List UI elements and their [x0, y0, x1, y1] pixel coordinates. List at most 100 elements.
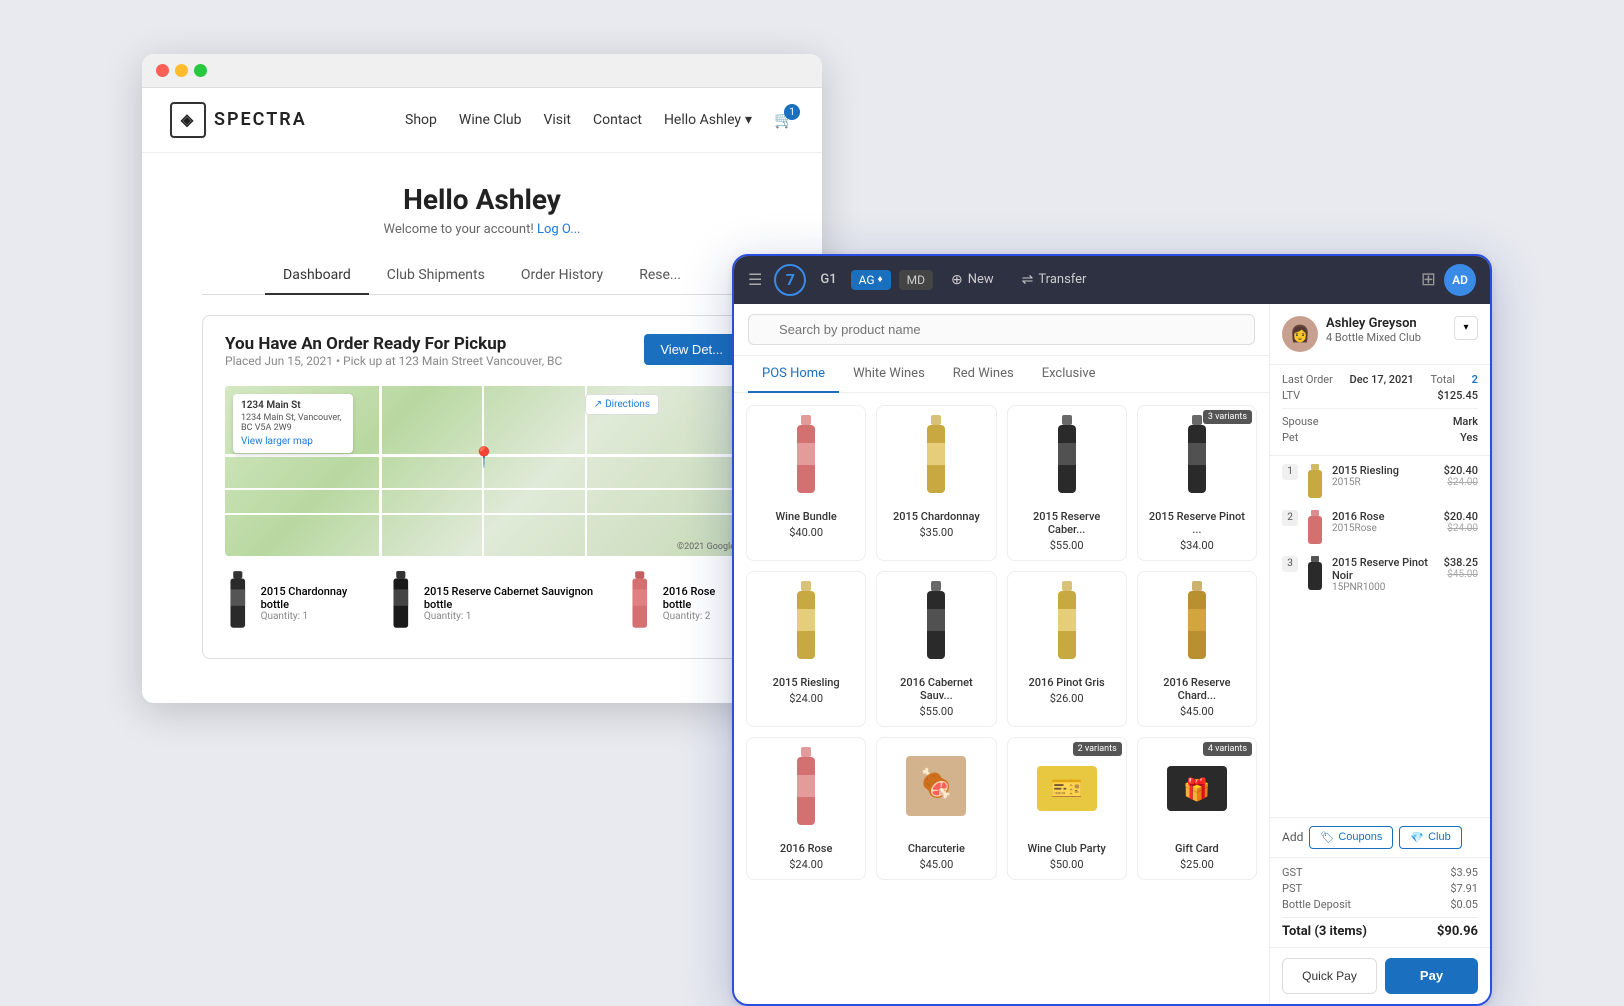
grid-icon[interactable]: ⊞ — [1421, 269, 1436, 290]
tag-md[interactable]: MD — [899, 270, 933, 290]
product-price-11: $25.00 — [1146, 858, 1248, 871]
product-card-0[interactable]: Wine Bundle $40.00 — [746, 405, 866, 561]
nav-greeting[interactable]: Hello Ashley ▾ — [664, 112, 752, 128]
total-label: Total — [1430, 373, 1455, 386]
tag-g1[interactable]: G1 — [814, 270, 842, 289]
pos-body: POS Home White Wines Red Wines Exclusive… — [734, 304, 1490, 1004]
cart-customer-meta: Last Order Dec 17, 2021 Total 2 LTV $125… — [1270, 365, 1490, 456]
bottle-img-3 — [627, 568, 653, 640]
order-product-1: 2015 Chardonnay bottle Quantity: 1 — [225, 568, 368, 640]
product-card-7[interactable]: 2016 Reserve Chard... $45.00 — [1137, 571, 1257, 727]
pet-label: Pet — [1282, 431, 1298, 444]
cart-pay-buttons: Quick Pay Pay — [1270, 947, 1490, 1004]
total-items-label: Total (3 items) — [1282, 924, 1367, 939]
total-items-val: $90.96 — [1437, 924, 1478, 939]
transfer-icon: ⇌ — [1022, 272, 1034, 288]
svg-text:🎫: 🎫 — [1050, 774, 1082, 804]
cart-item-price-2: $38.25 — [1444, 556, 1478, 569]
welcome-subtitle: Welcome to your account! Log O... — [202, 222, 762, 237]
product-card-2[interactable]: 2015 Reserve Caber... $55.00 — [1007, 405, 1127, 561]
bottle-img-1 — [225, 568, 251, 640]
last-order-label: Last Order — [1282, 373, 1333, 386]
cart-badge: 1 — [784, 104, 800, 120]
nav-visit[interactable]: Visit — [543, 112, 571, 128]
pet-row: Pet Yes — [1282, 431, 1478, 444]
cart-item-prices-1: $20.40 $24.00 — [1444, 510, 1478, 534]
view-details-button[interactable]: View Det... — [644, 334, 739, 365]
gst-val: $3.95 — [1450, 866, 1478, 879]
product-1-name: 2015 Chardonnay bottle — [261, 585, 369, 611]
product-img-8 — [755, 746, 857, 836]
product-name-1: 2015 Chardonnay — [885, 510, 987, 523]
pos-products-area: POS Home White Wines Red Wines Exclusive… — [734, 304, 1270, 1004]
map-placeholder: 📍 1234 Main St 1234 Main St, Vancouver, … — [225, 386, 739, 556]
cart-item-name-1: 2016 Rose — [1332, 510, 1438, 523]
search-input[interactable] — [748, 314, 1255, 345]
maximize-dot[interactable] — [194, 64, 207, 77]
product-card-5[interactable]: 2016 Cabernet Sauv... $55.00 — [876, 571, 996, 727]
total-val: 2 — [1472, 373, 1478, 386]
gst-row: GST $3.95 — [1282, 866, 1478, 879]
tab-pos-home[interactable]: POS Home — [748, 356, 839, 393]
product-card-1[interactable]: 2015 Chardonnay $35.00 — [876, 405, 996, 561]
tab-white-wines[interactable]: White Wines — [839, 356, 939, 393]
product-card-10[interactable]: 2 variants 🎫 Wine Club Party $50.00 — [1007, 737, 1127, 880]
tab-order-history[interactable]: Order History — [503, 257, 621, 295]
map-copyright: ©2021 Google — [677, 542, 735, 552]
pay-button[interactable]: Pay — [1385, 958, 1478, 994]
directions-button[interactable]: ↗ Directions — [585, 394, 659, 415]
product-name-0: Wine Bundle — [755, 510, 857, 523]
menu-icon[interactable]: ☰ — [748, 270, 762, 289]
bottle-deposit-val: $0.05 — [1450, 898, 1478, 911]
customer-expand-button[interactable]: ▾ — [1454, 316, 1478, 340]
pickup-header: You Have An Order Ready For Pickup Place… — [225, 334, 739, 378]
cart-item-info-0: 2015 Riesling 2015R — [1332, 464, 1438, 488]
club-button[interactable]: 💎 Club — [1399, 826, 1461, 849]
diamond-icon: ♦ — [878, 274, 883, 285]
pst-row: PST $7.91 — [1282, 882, 1478, 895]
nav-contact[interactable]: Contact — [593, 112, 642, 128]
tab-club-shipments[interactable]: Club Shipments — [369, 257, 503, 295]
close-dot[interactable] — [156, 64, 169, 77]
tab-red-wines[interactable]: Red Wines — [939, 356, 1028, 393]
nav-links: Shop Wine Club Visit Contact Hello Ashle… — [405, 110, 794, 129]
nav-shop[interactable]: Shop — [405, 112, 437, 128]
product-card-6[interactable]: 2016 Pinot Gris $26.00 — [1007, 571, 1127, 727]
product-price-2: $55.00 — [1016, 539, 1118, 552]
new-button[interactable]: ⊕ New — [941, 268, 1004, 292]
cart-item-1[interactable]: 2 2016 Rose 2015Rose $20.40 $24.00 — [1282, 510, 1478, 546]
cart-add-row: Add 🏷 Coupons 💎 Club — [1270, 817, 1490, 857]
product-price-0: $40.00 — [755, 526, 857, 539]
tab-reservations[interactable]: Rese... — [621, 257, 699, 295]
quick-pay-button[interactable]: Quick Pay — [1282, 958, 1377, 994]
product-card-8[interactable]: 2016 Rose $24.00 — [746, 737, 866, 880]
product-card-4[interactable]: 2015 Riesling $24.00 — [746, 571, 866, 727]
coupons-button[interactable]: 🏷 Coupons — [1309, 826, 1393, 849]
tag-ag[interactable]: AG ♦ — [851, 270, 891, 290]
pickup-card: You Have An Order Ready For Pickup Place… — [202, 315, 762, 659]
map-view-larger[interactable]: View larger map — [241, 436, 345, 447]
cart-icon[interactable]: 🛒 1 — [774, 110, 794, 129]
gst-label: GST — [1282, 866, 1303, 879]
store-number[interactable]: 7 — [774, 264, 806, 296]
user-avatar[interactable]: AD — [1444, 264, 1476, 296]
cart-item-0[interactable]: 1 2015 Riesling 2015R $20.40 $24.00 — [1282, 464, 1478, 500]
cart-item-bottle-1 — [1304, 510, 1326, 546]
tab-exclusive[interactable]: Exclusive — [1028, 356, 1110, 393]
product-name-7: 2016 Reserve Chard... — [1146, 676, 1248, 702]
tab-dashboard[interactable]: Dashboard — [265, 257, 369, 295]
product-card-3[interactable]: 3 variants 2015 Reserve Pinot ... $34.00 — [1137, 405, 1257, 561]
product-card-9[interactable]: 🍖 Charcuterie $45.00 — [876, 737, 996, 880]
nav-wine-club[interactable]: Wine Club — [459, 112, 522, 128]
cart-item-prices-2: $38.25 $45.00 — [1444, 556, 1478, 580]
minimize-dot[interactable] — [175, 64, 188, 77]
spectra-logo: ◈ SPECTRA — [170, 102, 307, 138]
transfer-button[interactable]: ⇌ Transfer — [1012, 268, 1097, 292]
products-grid: Wine Bundle $40.00 2015 Chardonnay $35.0… — [734, 393, 1269, 892]
product-card-11[interactable]: 4 variants 🎁 Gift Card $25.00 — [1137, 737, 1257, 880]
browser-chrome-1 — [142, 54, 822, 88]
cart-item-2[interactable]: 3 2015 Reserve Pinot Noir 15PNR1000 $38.… — [1282, 556, 1478, 593]
search-bar — [734, 304, 1269, 356]
product-img-5 — [885, 580, 987, 670]
login-link[interactable]: Log O... — [537, 222, 581, 237]
